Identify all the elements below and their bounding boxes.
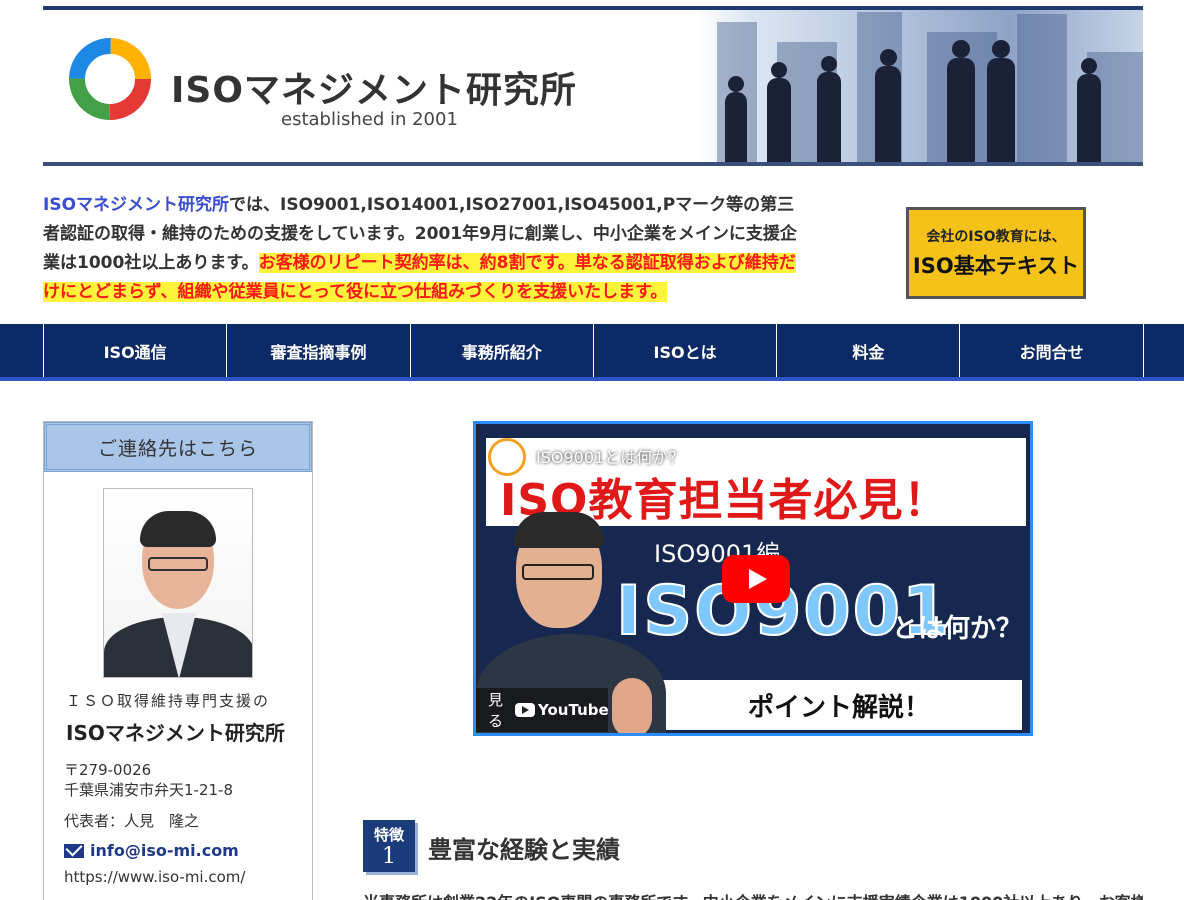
nav-item-pricing[interactable]: 料金 [777, 324, 961, 377]
feature-title: 豊富な経験と実績 [428, 836, 620, 864]
nav-item-iso-news[interactable]: ISO通信 [44, 324, 228, 377]
sidebar-title: ご連絡先はこちら [44, 422, 312, 472]
video-point: ポイント解説！ [656, 680, 1022, 730]
sidebar-tagline: ＩＳＯ取得維持専門支援の [66, 692, 271, 710]
sidebar-address: 〒279-0026 千葉県浦安市弁天1-21-8 [64, 760, 233, 800]
header-banner[interactable]: ISOマネジメント研究所 established in 2001 [43, 6, 1143, 166]
banner-bottom-line [43, 162, 1143, 166]
brand-established: established in 2001 [281, 109, 458, 130]
representative-name: 代表者：人見 隆之 [64, 812, 200, 830]
representative-photo [103, 488, 253, 678]
feature-badge: 特徴 1 [363, 820, 415, 872]
feature-badge-number: 1 [382, 844, 396, 869]
watch-on-youtube-button[interactable]: 見る YouTube [476, 688, 609, 732]
share-icon[interactable]: ➦ [974, 440, 992, 465]
youtube-logo: YouTube [515, 701, 609, 719]
share-label[interactable]: 共有 [974, 466, 998, 483]
textbook-line1: 会社のISO教育には、 [926, 229, 1066, 245]
logo-ring-icon [69, 38, 151, 120]
email-link[interactable]: info@iso-mi.com [64, 841, 239, 860]
feature-badge-label: 特徴 [373, 826, 404, 844]
youtube-icon [515, 703, 536, 717]
intro-brand-link[interactable]: ISOマネジメント研究所 [43, 195, 229, 215]
channel-avatar-icon[interactable] [488, 438, 526, 476]
youtube-video-embed[interactable]: ISO教育担当者必見！ ISO9001とは何か？ ➦ 共有 ISO9001編 I… [473, 421, 1033, 736]
play-button-icon[interactable] [722, 555, 790, 603]
postal-code: 〒279-0026 [64, 761, 152, 779]
sidebar-brand: ISOマネジメント研究所 [66, 721, 285, 745]
nav-item-contact[interactable]: お問合せ [960, 324, 1144, 377]
video-title[interactable]: ISO9001とは何か？ [536, 444, 684, 468]
nav-item-about-iso[interactable]: ISOとは [594, 324, 778, 377]
youtube-label: YouTube [538, 701, 609, 719]
nav-item-office[interactable]: 事務所紹介 [411, 324, 594, 377]
street-address: 千葉県浦安市弁天1-21-8 [64, 781, 233, 799]
video-question: とは何か？ [892, 614, 1023, 644]
nav-item-audit-cases[interactable]: 審査指摘事例 [227, 324, 411, 377]
intro-text: ISOマネジメント研究所では、ISO9001,ISO14001,ISO27001… [43, 191, 803, 307]
business-city-image [697, 10, 1143, 162]
feature-description: 当事務所は創業22年のISO専門の事務所です。中小企業をメインに支援実績企業は1… [363, 889, 1143, 900]
brand-name: ISOマネジメント研究所 [171, 70, 577, 111]
main-nav: ISO通信 審査指摘事例 事務所紹介 ISOとは 料金 お問合せ [0, 324, 1184, 381]
watch-label: 見る [488, 691, 504, 730]
mail-icon [64, 843, 84, 858]
iso-textbook-banner[interactable]: 会社のISO教育には、 ISO基本テキスト [906, 207, 1086, 299]
contact-sidebar: ご連絡先はこちら ＩＳＯ取得維持専門支援の ISOマネジメント研究所 〒279-… [43, 421, 313, 900]
email-text: info@iso-mi.com [90, 841, 239, 860]
textbook-line2: ISO基本テキスト [912, 254, 1080, 278]
website-url[interactable]: https://www.iso-mi.com/ [64, 868, 245, 886]
